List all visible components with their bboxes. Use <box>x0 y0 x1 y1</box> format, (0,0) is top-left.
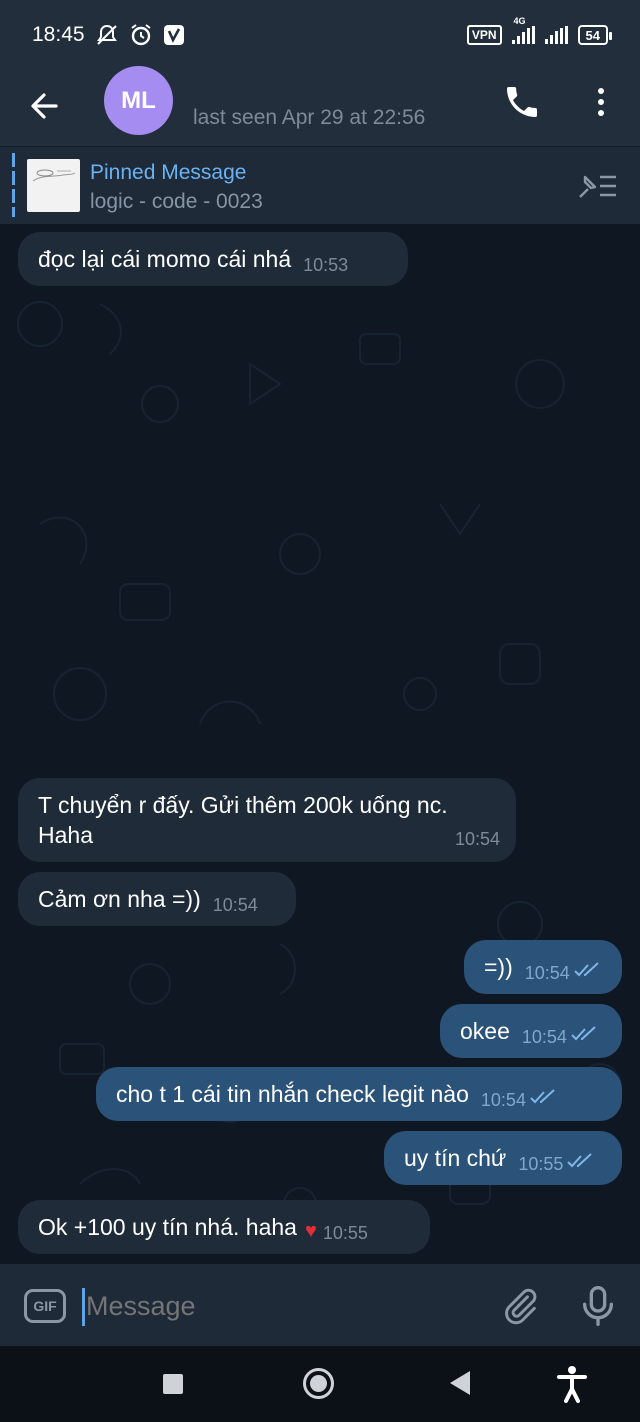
signal-4g-icon: 4G <box>511 16 535 44</box>
clock: 18:45 <box>32 23 85 46</box>
message-incoming[interactable]: T chuyển r đấy. Gửi thêm 200k uống nc. H… <box>18 778 516 862</box>
app-notification-icon <box>163 24 185 46</box>
pinned-title: Pinned Message <box>90 161 247 184</box>
pinned-message-bar[interactable]: Pinned Message logic - code - 0023 <box>0 146 640 224</box>
message-input[interactable] <box>86 1286 466 1326</box>
battery-icon: 54 <box>577 25 613 45</box>
status-bar: 18:45 VPN 4G 54 <box>0 0 640 70</box>
message-outgoing[interactable]: uy tín chứ 10:55 <box>384 1131 622 1185</box>
alarm-icon <box>129 23 153 47</box>
message-text: cho t 1 cái tin nhắn check legit nào <box>116 1081 469 1107</box>
avatar[interactable]: ML <box>104 66 173 135</box>
recent-apps-button[interactable] <box>163 1374 183 1394</box>
attach-icon[interactable] <box>500 1286 540 1326</box>
more-options-icon[interactable] <box>588 82 614 122</box>
system-back-button[interactable] <box>450 1371 470 1395</box>
message-outgoing[interactable]: okee 10:54 <box>440 1004 622 1058</box>
double-check-icon <box>571 1019 597 1049</box>
message-outgoing[interactable]: cho t 1 cái tin nhắn check legit nào 10:5… <box>96 1067 622 1121</box>
microphone-icon[interactable] <box>578 1284 618 1328</box>
message-incoming[interactable]: Ok +100 uy tín nhá. haha ♥ 10:55 <box>18 1200 430 1254</box>
message-outgoing[interactable]: =)) 10:54 <box>464 940 622 994</box>
signal-icon <box>544 26 568 44</box>
heart-reaction-icon[interactable]: ♥ <box>305 1220 317 1242</box>
message-time: 10:53 <box>303 255 349 275</box>
double-check-icon <box>574 955 600 985</box>
text-cursor <box>82 1288 85 1326</box>
message-text: uy tín chứ <box>404 1145 507 1171</box>
message-time: 10:55 <box>518 1154 564 1174</box>
vpn-badge: VPN <box>466 25 502 45</box>
message-text: =)) <box>484 954 513 980</box>
accessibility-icon[interactable] <box>556 1364 588 1404</box>
pinned-subtitle: logic - code - 0023 <box>90 190 263 213</box>
pinned-indicator <box>12 153 15 217</box>
message-time: 10:54 <box>212 895 258 915</box>
network-label: 4G <box>513 16 526 26</box>
gif-button[interactable]: GIF <box>24 1289 66 1323</box>
message-text: T chuyển r đấy. Gửi thêm 200k uống nc. H… <box>38 792 448 848</box>
message-time: 10:54 <box>454 829 500 849</box>
pinned-thumbnail <box>27 159 80 212</box>
pinned-list-icon[interactable] <box>576 171 620 201</box>
message-composer: GIF <box>0 1264 640 1346</box>
message-text: đọc lại cái momo cái nhá <box>38 246 292 272</box>
message-text: Cảm ơn nha =)) <box>38 886 201 912</box>
system-navigation-bar <box>0 1346 640 1422</box>
message-time: 10:55 <box>322 1223 368 1243</box>
message-time: 10:54 <box>480 1090 526 1110</box>
message-time: 10:54 <box>524 963 570 983</box>
chat-header: ML last seen Apr 29 at 22:56 <box>0 66 640 146</box>
message-text: okee <box>460 1018 510 1044</box>
back-arrow-icon[interactable] <box>24 84 68 128</box>
double-check-icon <box>530 1082 556 1112</box>
mute-bell-icon <box>95 24 119 46</box>
message-incoming[interactable]: đọc lại cái momo cái nhá 10:53 <box>18 232 408 286</box>
last-seen-status: last seen Apr 29 at 22:56 <box>193 106 426 129</box>
chat-area[interactable]: đọc lại cái momo cái nhá 10:53 T chuyển r… <box>0 224 640 1264</box>
message-time: 10:54 <box>521 1027 567 1047</box>
message-text: Ok +100 uy tín nhá. haha <box>38 1214 297 1240</box>
home-button[interactable] <box>303 1368 334 1399</box>
double-check-icon <box>567 1146 593 1176</box>
phone-call-icon[interactable] <box>502 82 542 122</box>
message-incoming[interactable]: Cảm ơn nha =)) 10:54 <box>18 872 296 926</box>
